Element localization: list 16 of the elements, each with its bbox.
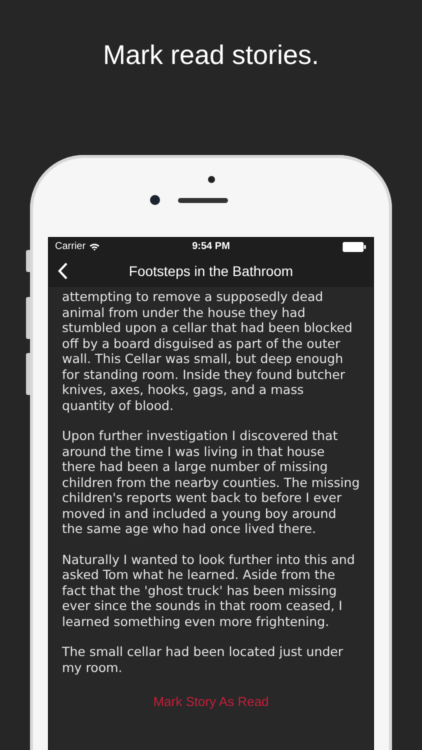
camera-icon [150, 195, 160, 205]
nav-title: Footsteps in the Bathroom [128, 263, 294, 279]
time-text: 9:54 PM [192, 241, 230, 252]
story-paragraph: Naturally I wanted to look further into this and asked Tom what he learned. Aside from the fact that the 'ghost truck' has been missing ever since the sounds in that room ceased, I learned something even more frightening. [62, 552, 356, 629]
story-paragraph: Upon further investigation I discovered that around the time I was living in that house there had been a large number of missing children from the nearby counties. The missing children's reports went back to before I ever moved in and included a young boy around the same age who had once lived there. [62, 428, 360, 536]
story-paragraph: attempting to remove a supposedly dead animal from under the house they had stumbled upon a cellar that had been blocked off by a board disguised as part of the outer wall. This Cellar was small, but deep enough for standing room. Inside they found butcher knives, axes, hooks, gags, and a mass quantity of blood. [62, 289, 354, 413]
carrier-text: Carrier [55, 241, 86, 252]
wifi-icon [88, 242, 100, 250]
headline: Mark read stories. [102, 40, 320, 72]
back-button[interactable] [58, 262, 68, 280]
battery-icon [342, 242, 367, 252]
speaker-icon [178, 198, 228, 202]
story-paragraph: The small cellar had been located just under my room. [62, 644, 344, 675]
sensor-icon [208, 176, 214, 183]
back-icon [58, 262, 68, 280]
mark-read-button[interactable]: Mark Story As Read [153, 694, 269, 709]
